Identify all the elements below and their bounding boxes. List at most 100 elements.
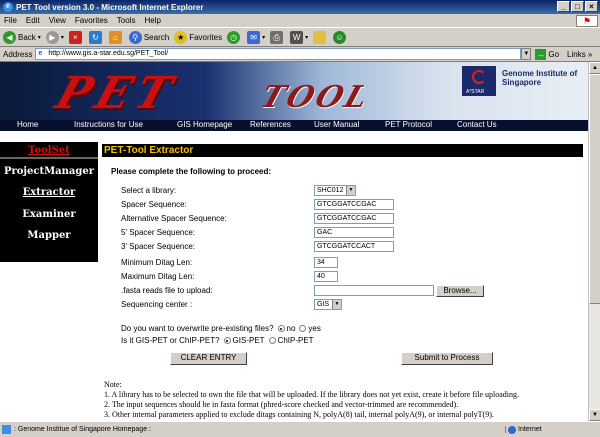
go-button[interactable]: → Go <box>535 48 559 60</box>
sidebar-examiner[interactable]: Examiner <box>0 209 98 220</box>
nav-gis-homepage[interactable]: GIS Homepage <box>177 120 232 129</box>
nav-contact-us[interactable]: Contact Us <box>457 120 497 129</box>
menu-view[interactable]: View <box>49 16 66 25</box>
nav-instructions[interactable]: Instructions for Use <box>74 120 143 129</box>
nav-user-manual[interactable]: User Manual <box>314 120 359 129</box>
nav-pet-protocol[interactable]: PET Protocol <box>385 120 432 129</box>
gis-pet-radio[interactable] <box>223 337 231 344</box>
stop-icon: × <box>68 31 82 44</box>
fasta-file-input[interactable] <box>314 285 434 296</box>
edit-button[interactable]: W ▾ <box>290 31 308 44</box>
favorites-button[interactable]: ★ Favorites <box>174 31 222 44</box>
folder-button[interactable] <box>313 31 328 44</box>
spacer-label: Spacer Sequence: <box>121 200 187 209</box>
scroll-up-button[interactable]: ▲ <box>589 62 600 74</box>
address-dropdown[interactable]: ▼ <box>521 48 532 60</box>
sidebar-divider <box>0 157 98 159</box>
chevron-down-icon: ▼ <box>332 300 341 309</box>
sidebar-mapper[interactable]: Mapper <box>0 230 98 241</box>
menu-favorites[interactable]: Favorites <box>75 16 108 25</box>
sidebar-projectmanager[interactable]: ProjectManager <box>0 166 98 177</box>
astar-label: A*STAR <box>466 89 485 95</box>
sidebar-extractor[interactable]: Extractor <box>0 187 98 198</box>
status-bar: : Genome Institue of Singapore Homepage … <box>0 421 600 437</box>
max-ditag-input[interactable]: 40 <box>314 271 338 282</box>
links-button[interactable]: Links » <box>567 50 592 59</box>
min-ditag-input[interactable]: 34 <box>314 257 338 268</box>
close-button[interactable]: × <box>585 1 598 12</box>
home-icon: ⌂ <box>108 31 122 44</box>
history-button[interactable]: ◷ <box>227 31 242 44</box>
fasta-label: .fasta reads file to upload: <box>121 286 213 295</box>
menu-edit[interactable]: Edit <box>26 16 40 25</box>
scroll-down-button[interactable]: ▼ <box>589 409 600 421</box>
banner: PET TOOL A*STAR Genome Institute of Sing… <box>0 62 588 120</box>
home-button[interactable]: ⌂ <box>108 31 124 44</box>
address-input[interactable]: http://www.gis.a-star.edu.sg/PET_Tool/ <box>35 48 522 60</box>
sidebar: ToolSet ProjectManager Extractor Examine… <box>0 142 98 262</box>
address-bar: Address http://www.gis.a-star.edu.sg/PET… <box>0 47 600 62</box>
submit-button[interactable]: Submit to Process <box>401 352 493 365</box>
nav-references[interactable]: References <box>250 120 291 129</box>
pet-type-question: Is it GIS-PET or ChIP-PET? <box>121 336 220 345</box>
refresh-button[interactable]: ↻ <box>88 31 104 44</box>
forward-arrow-icon: ▶ <box>45 31 59 44</box>
note-heading: Note: <box>104 380 122 389</box>
maximize-button[interactable]: □ <box>571 1 584 12</box>
forward-button[interactable]: ▶ ▾ <box>45 31 64 44</box>
print-button[interactable]: ⎙ <box>270 31 285 44</box>
alt-spacer-input[interactable]: GTCGGATCCGAC <box>314 213 394 224</box>
menu-file[interactable]: File <box>4 16 17 25</box>
spacer5-label: 5' Spacer Sequence: <box>121 228 196 237</box>
gis-logo: A*STAR <box>462 66 496 96</box>
back-button[interactable]: ◀ Back ▾ <box>3 31 41 44</box>
sidebar-toolset[interactable]: ToolSet <box>0 145 98 156</box>
pet-type-row: Is it GIS-PET or ChIP-PET? GIS-PET ChIP-… <box>121 336 314 345</box>
nav-home[interactable]: Home <box>17 120 38 129</box>
menu-bar: File Edit View Favorites Tools Help <box>0 14 600 28</box>
edit-icon: W <box>290 31 304 44</box>
vertical-scrollbar[interactable]: ▲ ▼ <box>588 62 600 421</box>
mail-button[interactable]: ✉ ▾ <box>247 31 265 44</box>
scroll-thumb[interactable] <box>589 74 600 304</box>
chip-pet-radio[interactable] <box>268 337 276 344</box>
folder-icon <box>313 31 327 44</box>
gis-swirl-icon <box>472 70 486 84</box>
gis-name: Genome Institute of Singapore <box>502 69 578 87</box>
menu-tools[interactable]: Tools <box>117 16 136 25</box>
stop-button[interactable]: × <box>68 31 84 44</box>
center-select[interactable]: GIS ▼ <box>314 299 342 310</box>
chevron-down-icon: ▼ <box>346 186 355 195</box>
note-3: 3. Other internal parameters applied to … <box>104 410 494 419</box>
clear-entry-button[interactable]: CLEAR ENTRY <box>170 352 247 365</box>
spacer5-input[interactable]: GAC <box>314 227 394 238</box>
library-label: Select a library: <box>121 186 177 195</box>
messenger-button[interactable]: ☺ <box>333 31 348 44</box>
menu-help[interactable]: Help <box>144 16 160 25</box>
library-select[interactable]: SHC012 ▼ <box>314 185 356 196</box>
tool-logo: TOOL <box>256 80 376 115</box>
browse-button[interactable]: Browse... <box>436 285 484 297</box>
page-content: PET TOOL A*STAR Genome Institute of Sing… <box>0 62 588 421</box>
internet-zone: Internet <box>505 426 600 434</box>
ie-icon: e <box>3 2 13 12</box>
spacer-input[interactable]: GTCGGATCCGAC <box>314 199 394 210</box>
page-icon <box>2 425 11 434</box>
center-label: Sequencing center : <box>121 300 193 309</box>
windows-logo-icon: ⚑ <box>576 15 598 27</box>
back-arrow-icon: ◀ <box>3 31 16 44</box>
spacer3-input[interactable]: GTCGGATCCACT <box>314 241 394 252</box>
spacer3-label: 3' Spacer Sequence: <box>121 242 196 251</box>
messenger-icon: ☺ <box>333 31 347 44</box>
search-icon: ⚲ <box>128 31 142 44</box>
pet-logo: PET <box>49 68 184 119</box>
mail-icon: ✉ <box>247 31 261 44</box>
overwrite-yes-radio[interactable] <box>299 325 307 332</box>
window-title: PET Tool version 3.0 - Microsoft Interne… <box>16 2 204 12</box>
overwrite-row: Do you want to overwrite pre-existing fi… <box>121 324 321 333</box>
overwrite-no-radio[interactable] <box>277 325 285 332</box>
search-button[interactable]: ⚲ Search <box>128 31 169 44</box>
page-title: PET-Tool Extractor <box>102 144 583 157</box>
minimize-button[interactable]: _ <box>557 1 570 12</box>
window-titlebar: e PET Tool version 3.0 - Microsoft Inter… <box>0 0 600 14</box>
